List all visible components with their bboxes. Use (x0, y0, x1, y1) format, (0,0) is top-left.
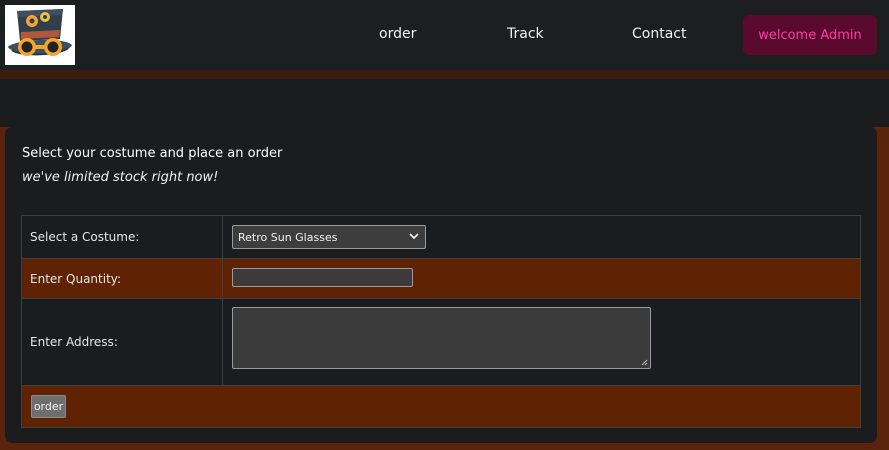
page-title: Select your costume and place an order (22, 146, 283, 161)
address-textarea[interactable] (232, 307, 651, 369)
order-submit-button[interactable]: order (31, 395, 66, 418)
header-divider (0, 70, 889, 79)
steampunk-top-hat-goggles-logo-icon (8, 9, 72, 56)
costume-select[interactable]: Retro Sun Glasses (232, 225, 426, 249)
page-subtitle: we've limited stock right now! (22, 170, 219, 185)
address-label: Enter Address: (22, 299, 223, 385)
resize-handle-icon[interactable] (641, 359, 648, 366)
nav-contact-link[interactable]: Contact (632, 26, 686, 42)
nav-track-link[interactable]: Track (507, 26, 544, 42)
quantity-label: Enter Quantity: (22, 259, 223, 298)
welcome-admin-button[interactable]: welcome Admin (743, 15, 877, 55)
quantity-row: Enter Quantity: (22, 259, 860, 299)
nav-order-link[interactable]: order (379, 26, 416, 42)
quantity-cell (223, 259, 860, 298)
logo[interactable] (5, 5, 75, 65)
submit-row: order (22, 386, 860, 427)
costume-row: Select a Costume: Retro Sun Glasses (22, 216, 860, 259)
chevron-down-icon (409, 233, 419, 240)
address-row: Enter Address: (22, 299, 860, 386)
order-form-table: Select a Costume: Retro Sun Glasses Ente… (21, 215, 861, 428)
address-cell (223, 299, 860, 385)
quantity-input[interactable] (232, 268, 413, 287)
costume-cell: Retro Sun Glasses (223, 216, 860, 258)
costume-label: Select a Costume: (22, 216, 223, 258)
costume-selected-value: Retro Sun Glasses (238, 230, 338, 244)
